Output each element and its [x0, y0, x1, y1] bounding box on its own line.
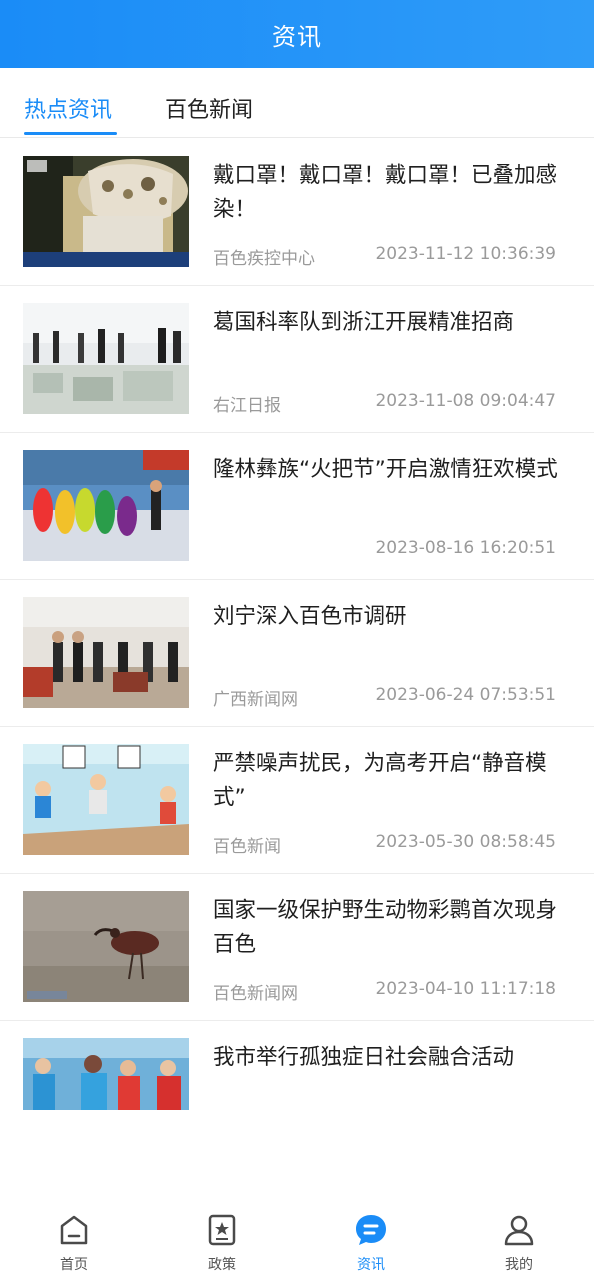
news-source: 百色新闻 [213, 837, 281, 857]
news-thumbnail [23, 891, 189, 1002]
home-icon [60, 1215, 88, 1245]
nav-mine[interactable]: 我的 [459, 1212, 579, 1276]
news-tabs: 热点资讯 百色新闻 [0, 68, 594, 138]
policy-icon [208, 1214, 236, 1246]
nav-policy-label: 政策 [208, 1257, 236, 1273]
news-thumbnail [23, 303, 189, 414]
news-item[interactable]: 我市举行孤独症日社会融合活动 [0, 1021, 594, 1131]
news-source: 右江日报 [213, 396, 281, 416]
news-list: 戴口罩！戴口罩！戴口罩！已叠加感染！ 百色疾控中心 2023-11-12 10:… [0, 139, 594, 1131]
news-thumbnail [23, 1038, 189, 1110]
news-time: 2023-05-30 08:58:45 [375, 832, 556, 852]
nav-news-label: 资讯 [357, 1257, 385, 1273]
page-title: 资讯 [272, 22, 322, 51]
news-title: 戴口罩！戴口罩！戴口罩！已叠加感染！ [213, 163, 558, 222]
news-title: 我市举行孤独症日社会融合活动 [213, 1045, 515, 1070]
news-title: 刘宁深入百色市调研 [213, 604, 407, 629]
active-tab-indicator [24, 132, 117, 135]
news-item[interactable]: 葛国科率队到浙江开展精准招商 右江日报 2023-11-08 09:04:47 [0, 286, 594, 433]
news-thumbnail [23, 744, 189, 855]
news-source: 广西新闻网 [213, 690, 298, 710]
nav-mine-label: 我的 [505, 1257, 533, 1273]
news-item[interactable]: 国家一级保护野生动物彩鹮首次现身百色 百色新闻网 2023-04-10 11:1… [0, 874, 594, 1021]
news-title: 葛国科率队到浙江开展精准招商 [213, 310, 515, 335]
tab-hot-news[interactable]: 热点资讯 [24, 92, 112, 124]
news-time: 2023-08-16 16:20:51 [375, 538, 556, 558]
news-time: 2023-06-24 07:53:51 [375, 685, 556, 705]
news-source: 百色新闻网 [213, 984, 298, 1004]
news-title: 隆林彝族“火把节”开启激情狂欢模式 [213, 457, 558, 482]
news-thumbnail [23, 450, 189, 561]
news-thumbnail [23, 156, 189, 267]
nav-policy[interactable]: 政策 [162, 1212, 282, 1276]
news-chat-icon [356, 1215, 386, 1245]
news-item[interactable]: 刘宁深入百色市调研 广西新闻网 2023-06-24 07:53:51 [0, 580, 594, 727]
news-item[interactable]: 隆林彝族“火把节”开启激情狂欢模式 2023-08-16 16:20:51 [0, 433, 594, 580]
app-header: 资讯 [0, 0, 594, 68]
news-title: 严禁噪声扰民，为高考开启“静音模式” [213, 751, 547, 810]
nav-home-label: 首页 [60, 1257, 88, 1273]
news-source: 百色疾控中心 [213, 249, 315, 269]
nav-news[interactable]: 资讯 [311, 1212, 431, 1276]
news-time: 2023-04-10 11:17:18 [375, 979, 556, 999]
news-item[interactable]: 严禁噪声扰民，为高考开启“静音模式” 百色新闻 2023-05-30 08:58… [0, 727, 594, 874]
tab-baise-news[interactable]: 百色新闻 [165, 92, 253, 124]
news-thumbnail [23, 597, 189, 708]
news-time: 2023-11-12 10:36:39 [375, 244, 556, 264]
news-title: 国家一级保护野生动物彩鹮首次现身百色 [213, 898, 558, 957]
news-time: 2023-11-08 09:04:47 [375, 391, 556, 411]
bottom-navigation: 首页 政策 资讯 我的 [0, 1200, 594, 1280]
user-icon [504, 1215, 534, 1246]
nav-home[interactable]: 首页 [14, 1212, 134, 1276]
news-item[interactable]: 戴口罩！戴口罩！戴口罩！已叠加感染！ 百色疾控中心 2023-11-12 10:… [0, 139, 594, 286]
